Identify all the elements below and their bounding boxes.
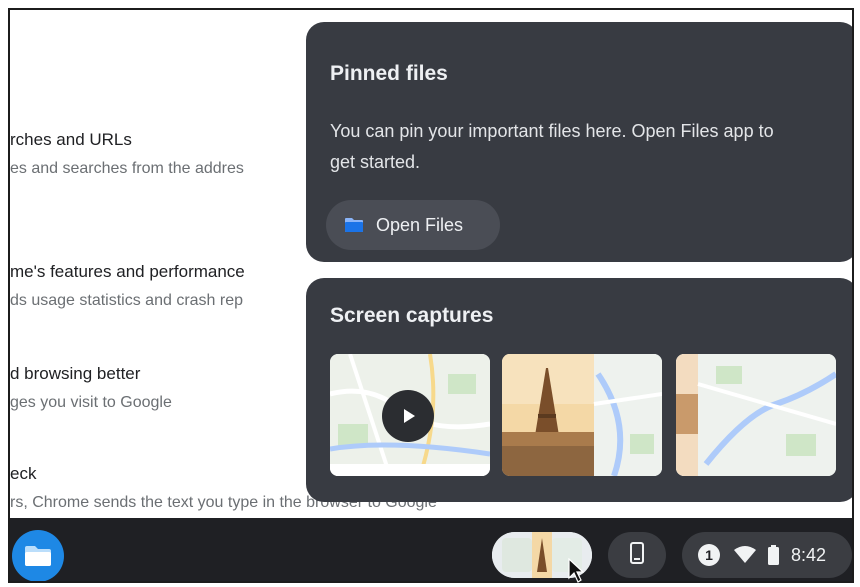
mouse-cursor-icon bbox=[568, 558, 584, 583]
open-files-label: Open Files bbox=[376, 214, 464, 235]
pinned-files-panel: Pinned files You can pin your important … bbox=[306, 22, 852, 262]
shelf: 1 8:42 bbox=[10, 518, 852, 581]
screen: rches and URLs es and searches from the … bbox=[8, 8, 854, 583]
phone-hub-icon bbox=[630, 541, 644, 569]
screen-capture-video-thumbnail[interactable] bbox=[330, 354, 490, 476]
status-area[interactable]: 1 8:42 bbox=[682, 532, 852, 578]
setting-description: ges you visit to Google bbox=[10, 394, 172, 411]
setting-description: ds usage statistics and crash rep bbox=[10, 292, 244, 309]
setting-browsing-better[interactable]: d browsing better ges you visit to Googl… bbox=[10, 364, 172, 412]
setting-search-suggestions[interactable]: rches and URLs es and searches from the … bbox=[10, 130, 244, 178]
screen-captures-panel: Screen captures bbox=[306, 278, 852, 502]
setting-title: d browsing better bbox=[10, 364, 141, 383]
clock: 8:42 bbox=[791, 544, 827, 565]
pinned-files-title: Pinned files bbox=[330, 62, 448, 85]
open-files-button[interactable]: Open Files bbox=[326, 200, 500, 250]
screen-capture-thumbnail[interactable] bbox=[676, 354, 836, 476]
notification-badge: 1 bbox=[698, 544, 720, 566]
pinned-files-description: You can pin your important files here. O… bbox=[330, 121, 774, 172]
screen-captures-title: Screen captures bbox=[330, 304, 494, 327]
folder-icon bbox=[344, 217, 364, 233]
wifi-icon bbox=[734, 546, 756, 564]
eiffel-tower-image bbox=[502, 354, 662, 476]
phone-hub-button[interactable] bbox=[608, 532, 666, 578]
setting-title: rches and URLs bbox=[10, 130, 132, 149]
files-app-icon[interactable] bbox=[12, 530, 64, 581]
setting-usage-stats[interactable]: me's features and performance ds usage s… bbox=[10, 262, 245, 310]
battery-icon bbox=[768, 545, 779, 565]
screen-capture-thumbnail[interactable] bbox=[502, 354, 662, 476]
setting-title: me's features and performance bbox=[10, 262, 245, 281]
play-icon bbox=[382, 390, 434, 442]
setting-description: es and searches from the addres bbox=[10, 160, 244, 177]
map-image bbox=[676, 354, 836, 476]
